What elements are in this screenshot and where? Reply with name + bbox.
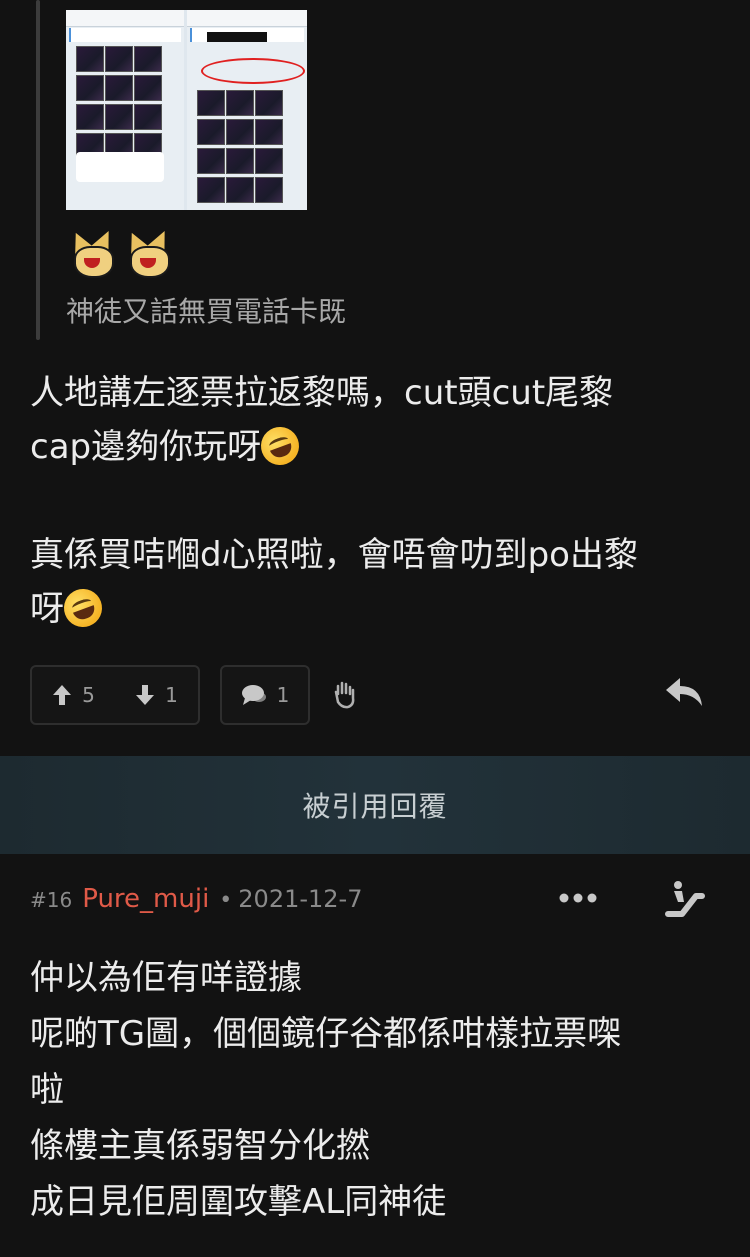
arrow-down-icon	[136, 685, 155, 705]
body-line: 仲以為佢有咩證據	[30, 958, 302, 998]
post-1: 神徒又話無買電話卡既 人地講左逐票拉返黎嗎，cut頭cut尾黎 cap邊夠你玩呀…	[0, 0, 750, 756]
screenshot-left-panel	[66, 10, 184, 210]
body-line: 人地講左逐票拉返黎嗎，cut頭cut尾黎	[30, 373, 614, 413]
meta-separator: •	[219, 888, 233, 913]
downvote-count: 1	[165, 683, 178, 707]
comment-button[interactable]: 1	[220, 665, 310, 725]
pixel-sticker-icon	[122, 226, 174, 278]
post-meta: #16 Pure_muji • 2021-12-7	[30, 884, 363, 914]
quote-bar	[36, 0, 40, 340]
rofl-emoji	[255, 421, 305, 471]
post-floor-number: #16	[30, 888, 73, 912]
quote-text: 神徒又話無買電話卡既	[66, 295, 347, 328]
body-line: 啦	[30, 1070, 64, 1110]
rofl-emoji	[58, 583, 108, 633]
body-line: 真係買咭嗰d心照啦，會唔會叻到po出黎	[30, 535, 638, 575]
post-body: 人地講左逐票拉返黎嗎，cut頭cut尾黎 cap邊夠你玩呀 真係買咭嗰d心照啦，…	[30, 366, 720, 690]
post-date: 2021-12-7	[238, 885, 363, 913]
body-line: 呀	[30, 589, 64, 629]
more-icon[interactable]	[558, 892, 598, 904]
arrow-up-icon	[53, 685, 72, 705]
quoted-replies-label: 被引用回覆	[302, 790, 448, 823]
post-body: 仲以為佢有咩證據 呢啲TG圖，個個鏡仔谷都係咁樣拉票㗎 啦 條樓主真係弱智分化撚…	[30, 950, 720, 1230]
hand-stop-icon[interactable]	[330, 680, 360, 710]
body-line: 呢啲TG圖，個個鏡仔谷都係咁樣拉票㗎	[30, 1014, 622, 1054]
escalator-icon[interactable]	[664, 880, 706, 918]
upvote-button[interactable]: 5	[52, 683, 95, 707]
comment-icon	[241, 685, 266, 705]
pixel-sticker-icon	[66, 226, 118, 278]
body-line: 條樓主真係弱智分化撚	[30, 1126, 370, 1166]
screenshot-right-panel	[187, 10, 307, 210]
vote-box: 5 1	[30, 665, 200, 725]
username-link[interactable]: Pure_muji	[82, 884, 209, 914]
reply-icon[interactable]	[664, 674, 704, 708]
sticker-pair	[66, 226, 174, 278]
downvote-button[interactable]: 1	[135, 683, 178, 707]
post-16: #16 Pure_muji • 2021-12-7 仲以為佢有咩證據 呢啲TG圖…	[0, 854, 750, 1257]
quoted-replies-button[interactable]: 被引用回覆	[0, 756, 750, 854]
body-line: 成日見佢周圍攻擊AL同神徒	[30, 1182, 447, 1222]
upvote-count: 5	[82, 683, 95, 707]
body-line: cap邊夠你玩呀	[30, 427, 262, 467]
post-actions: 5 1 1	[30, 665, 360, 725]
comment-count: 1	[276, 683, 290, 707]
quoted-screenshot-image[interactable]	[66, 10, 307, 210]
